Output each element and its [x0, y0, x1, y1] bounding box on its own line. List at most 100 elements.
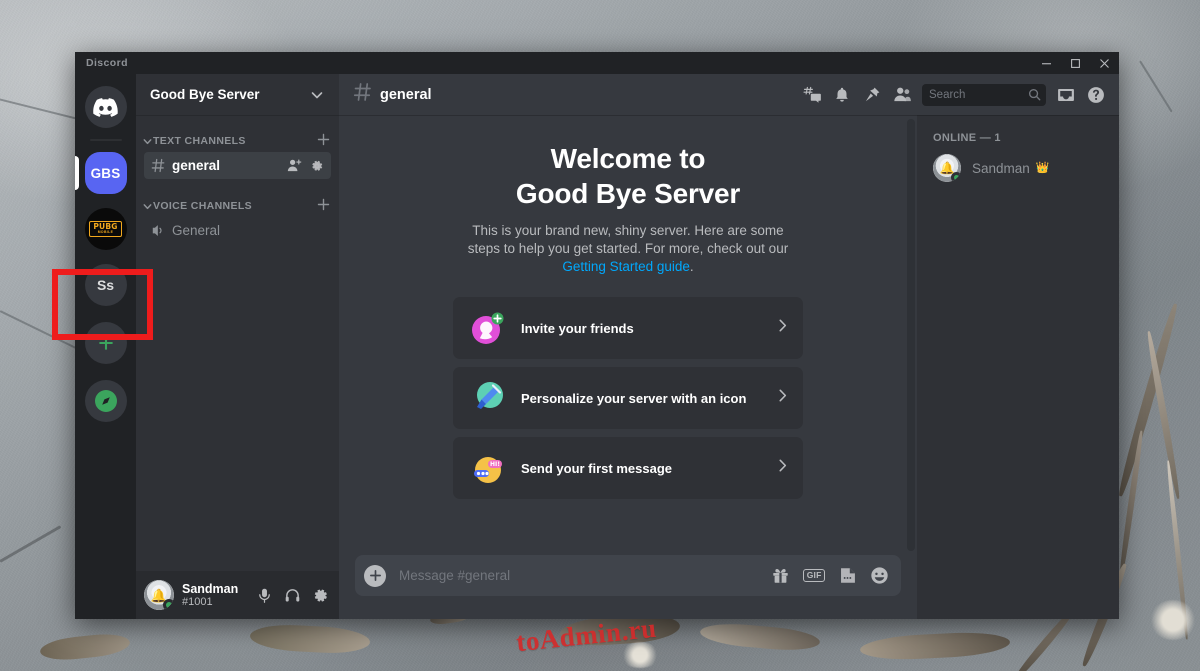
active-server-pill — [75, 156, 79, 190]
create-channel-plus-icon[interactable] — [317, 198, 330, 214]
server-rail: GBS PUBG MOBILE Ss — [75, 74, 136, 619]
invite-friends-icon — [470, 310, 506, 346]
welcome-description-period: . — [690, 259, 694, 274]
plus-icon[interactable] — [85, 322, 127, 364]
emoji-icon[interactable] — [870, 566, 889, 585]
sticker-icon[interactable] — [838, 566, 857, 585]
bell-icon[interactable] — [827, 81, 857, 109]
chevron-right-icon[interactable] — [775, 318, 790, 338]
discord-home-icon[interactable] — [85, 86, 127, 128]
channel-item-voice-general[interactable]: General — [144, 217, 331, 244]
server-header[interactable]: Good Bye Server — [136, 74, 339, 115]
window-body: GBS PUBG MOBILE Ss — [75, 74, 1119, 619]
main-column: general — [339, 74, 1119, 619]
headphones-icon[interactable] — [279, 581, 305, 609]
server-rail-item-gbs[interactable]: GBS — [75, 149, 136, 197]
search-placeholder: Search — [929, 89, 1028, 101]
minimize-icon[interactable] — [1032, 52, 1061, 74]
app-title: Discord — [86, 57, 128, 69]
hash-icon — [151, 158, 166, 173]
chat-pane: Welcome to Good Bye Server This is your … — [339, 115, 917, 619]
pin-icon[interactable] — [857, 81, 887, 109]
plus-circle-icon[interactable] — [364, 565, 386, 587]
server-rail-item-home[interactable] — [75, 83, 136, 131]
chevron-right-icon[interactable] — [775, 458, 790, 478]
chevron-down-icon[interactable] — [142, 136, 153, 147]
server-icon-ss[interactable]: Ss — [85, 264, 127, 306]
message-input-placeholder: Message #general — [399, 568, 758, 583]
chevron-right-icon[interactable] — [775, 388, 790, 408]
server-name: Good Bye Server — [150, 87, 309, 102]
close-icon[interactable] — [1090, 52, 1119, 74]
content-area: Welcome to Good Bye Server This is your … — [339, 115, 1119, 619]
avatar[interactable]: 🔔 — [144, 580, 174, 610]
chevron-down-icon[interactable] — [309, 87, 325, 103]
gif-icon[interactable]: GIF — [803, 569, 825, 583]
threads-icon[interactable] — [797, 81, 827, 109]
wallpaper-lichen — [1150, 600, 1196, 640]
member-name: Sandman — [972, 161, 1030, 176]
card-label: Invite your friends — [521, 321, 775, 336]
channel-sidebar: Good Bye Server TEXT CHANNELS — [136, 74, 339, 619]
chevron-down-icon[interactable] — [142, 201, 153, 212]
messages-scrollbar[interactable] — [907, 119, 915, 551]
maximize-icon[interactable] — [1061, 52, 1090, 74]
gear-icon[interactable] — [307, 581, 333, 609]
server-icon-pubg[interactable]: PUBG MOBILE — [85, 208, 127, 250]
messages-area: Welcome to Good Bye Server This is your … — [339, 115, 917, 555]
explore-servers-button[interactable] — [75, 377, 136, 425]
message-input[interactable]: Message #general GIF — [355, 555, 901, 596]
user-discriminator: #1001 — [182, 596, 251, 609]
server-rail-item-pubg[interactable]: PUBG MOBILE — [75, 205, 136, 253]
gif-label: GIF — [803, 569, 825, 583]
avatar[interactable]: 🔔 — [933, 154, 961, 182]
welcome-title-line2: Good Bye Server — [516, 176, 740, 211]
welcome-description: This is your brand new, shiny server. He… — [458, 222, 798, 276]
search-input[interactable]: Search — [922, 84, 1046, 106]
members-icon[interactable] — [887, 81, 917, 109]
category-label: VOICE CHANNELS — [153, 200, 317, 212]
paintbrush-icon — [470, 380, 506, 416]
member-list: ONLINE — 1 🔔 Sandman 👑 — [917, 115, 1119, 619]
invite-member-icon[interactable] — [287, 158, 302, 173]
category-text-channels[interactable]: TEXT CHANNELS — [136, 131, 339, 151]
server-rail-item-ss[interactable]: Ss — [75, 261, 136, 309]
user-panel: 🔔 Sandman #1001 — [136, 571, 339, 619]
help-icon[interactable] — [1081, 81, 1111, 109]
channel-actions — [287, 158, 324, 173]
category-voice-channels[interactable]: VOICE CHANNELS — [136, 196, 339, 216]
card-personalize-your-server[interactable]: Personalize your server with an icon — [453, 367, 803, 429]
message-input-wrap: Message #general GIF — [339, 555, 917, 619]
getting-started-guide-link[interactable]: Getting Started guide — [562, 259, 690, 274]
channel-name: general — [172, 158, 287, 173]
microphone-icon[interactable] — [251, 581, 277, 609]
search-icon[interactable] — [1028, 88, 1041, 101]
card-label: Personalize your server with an icon — [521, 391, 775, 406]
channel-name: General — [172, 223, 324, 238]
status-badge — [163, 599, 174, 610]
compass-icon[interactable] — [85, 380, 127, 422]
gear-icon[interactable] — [310, 159, 324, 173]
add-server-button[interactable] — [75, 319, 136, 367]
server-icon-gbs[interactable]: GBS — [85, 152, 127, 194]
user-panel-buttons — [251, 581, 333, 609]
card-invite-your-friends[interactable]: Invite your friends — [453, 297, 803, 359]
window-controls — [1032, 52, 1119, 74]
create-channel-plus-icon[interactable] — [317, 133, 330, 149]
member-group-label: ONLINE — 1 — [917, 132, 1119, 144]
inbox-icon[interactable] — [1051, 81, 1081, 109]
welcome-description-text: This is your brand new, shiny server. He… — [468, 223, 788, 256]
status-badge — [951, 172, 961, 182]
pubg-logo-icon: PUBG MOBILE — [89, 221, 121, 236]
channel-item-general[interactable]: general — [144, 152, 331, 179]
discord-window: Discord — [75, 52, 1119, 619]
card-send-your-first-message[interactable]: HI! Send your first message — [453, 437, 803, 499]
crown-icon: 👑 — [1036, 163, 1050, 174]
server-icon-gbs-label: GBS — [91, 166, 121, 181]
member-item[interactable]: 🔔 Sandman 👑 — [925, 149, 1111, 187]
window-titlebar: Discord — [75, 52, 1119, 74]
gift-icon[interactable] — [771, 566, 790, 585]
user-info[interactable]: Sandman #1001 — [182, 582, 251, 609]
pubg-logo-line2: MOBILE — [98, 231, 114, 234]
hash-icon — [353, 82, 373, 108]
